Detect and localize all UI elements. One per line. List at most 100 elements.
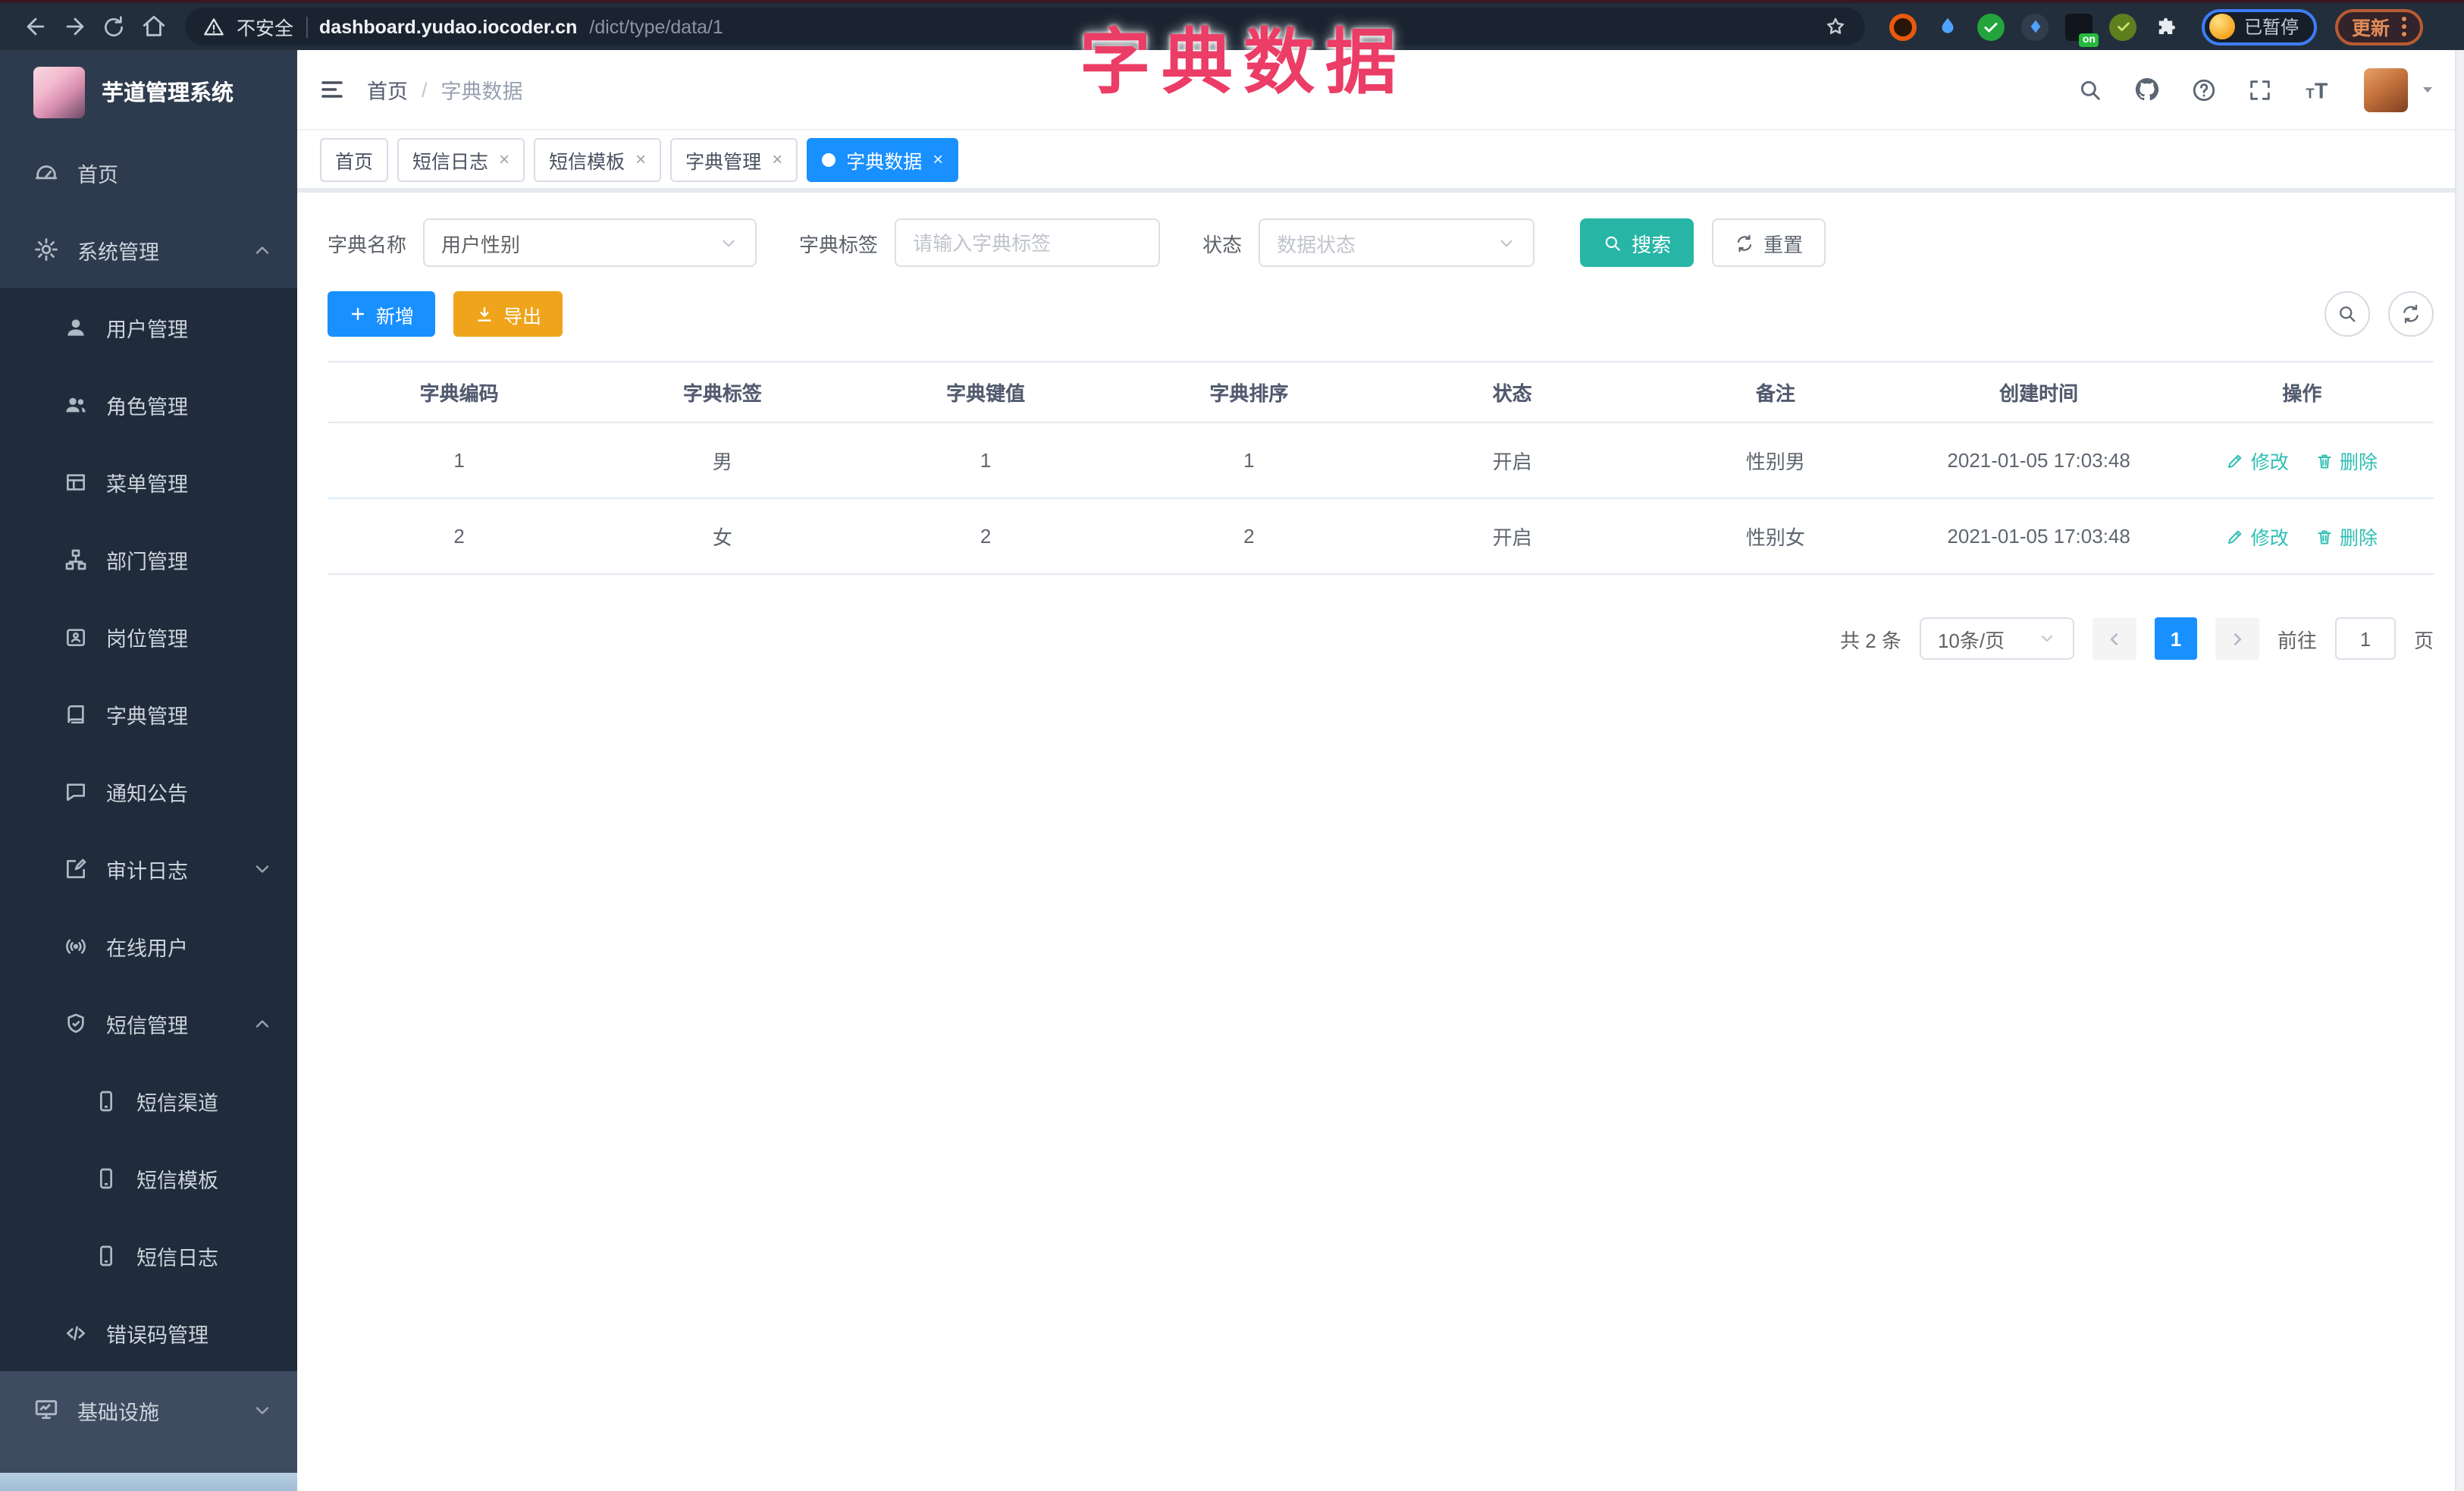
next-page-button[interactable]	[2215, 617, 2259, 660]
address-bar[interactable]: 不安全 dashboard.yudao.iocoder.cn /dict/typ…	[185, 8, 1865, 46]
tab-close-icon[interactable]: ×	[933, 150, 943, 168]
dict-tag-input[interactable]	[895, 218, 1161, 267]
trash-icon	[2315, 527, 2334, 545]
sidebar-item-sms[interactable]: 短信管理	[0, 984, 297, 1062]
puzzle-extensions-icon[interactable]	[2153, 13, 2180, 40]
tab-sms-log[interactable]: 短信日志 ×	[397, 137, 525, 181]
col-status: 状态	[1381, 362, 1644, 423]
browser-menu-icon[interactable]	[2402, 17, 2407, 36]
tab-close-icon[interactable]: ×	[635, 150, 646, 168]
export-button[interactable]: 导出	[453, 291, 563, 337]
goto-page-input[interactable]	[2334, 617, 2396, 660]
delete-link[interactable]: 删除	[2315, 446, 2378, 475]
sidebar-collapse-icon[interactable]	[318, 76, 346, 103]
page-size-select[interactable]: 10条/页	[1919, 617, 2074, 660]
tab-home[interactable]: 首页	[320, 137, 389, 181]
breadcrumb: 首页 / 字典数据	[367, 74, 523, 105]
caret-down-icon[interactable]	[2419, 80, 2437, 99]
sidebar-item-online-users[interactable]: 在线用户	[0, 907, 297, 984]
tab-dict-manage[interactable]: 字典管理 ×	[670, 137, 798, 181]
home-icon	[140, 14, 166, 39]
app-logo-row[interactable]: 芋道管理系统	[0, 50, 297, 133]
add-button[interactable]: 新增	[328, 291, 436, 337]
sidebar-item-roles[interactable]: 角色管理	[0, 366, 297, 443]
sidebar-item-infrastructure[interactable]: 基础设施	[0, 1371, 297, 1449]
goto-label: 前往	[2277, 629, 2317, 651]
sidebar-item-menus[interactable]: 菜单管理	[0, 443, 297, 520]
github-icon[interactable]	[2133, 76, 2161, 103]
tab-label: 字典数据	[846, 151, 923, 172]
current-page-button[interactable]: 1	[2154, 617, 2197, 660]
sidebar-item-sms-template[interactable]: 短信模板	[0, 1139, 297, 1216]
chart-extension-icon[interactable]	[2021, 13, 2049, 40]
browser-profile-chip[interactable]: 已暂停	[2202, 8, 2318, 45]
sidebar: 芋道管理系统 首页 系统管理 用户管理 角色管理 菜单管理 部门管理 岗位管理 …	[0, 50, 297, 1491]
green-check-extension-icon[interactable]	[1977, 13, 2005, 40]
delete-link[interactable]: 删除	[2315, 522, 2378, 551]
tab-sms-template[interactable]: 短信模板 ×	[534, 137, 662, 181]
chevron-down-icon	[252, 858, 273, 879]
sidebar-item-departments[interactable]: 部门管理	[0, 520, 297, 598]
tab-dict-data[interactable]: 字典数据 ×	[807, 137, 959, 181]
prev-page-button[interactable]	[2092, 617, 2136, 660]
browser-home-button[interactable]	[133, 7, 173, 46]
dict-name-label: 字典名称	[328, 233, 407, 256]
tab-label: 短信模板	[549, 151, 625, 172]
table-header-row: 字典编码 字典标签 字典键值 字典排序 状态 备注 创建时间 操作	[328, 362, 2434, 423]
edit-link[interactable]: 修改	[2227, 522, 2289, 551]
browser-forward-button[interactable]	[55, 7, 94, 46]
lime-extension-icon[interactable]	[2109, 13, 2136, 40]
cell-dict-value: 2	[854, 498, 1118, 575]
fullscreen-icon[interactable]	[2247, 77, 2273, 102]
page-scrollbar[interactable]	[2455, 50, 2464, 1491]
sidebar-item-error-codes[interactable]: 错误码管理	[0, 1294, 297, 1371]
sidebar-item-audit-log[interactable]: 审计日志	[0, 830, 297, 907]
sidebar-item-label: 首页	[77, 163, 118, 186]
browser-reload-button[interactable]	[94, 7, 133, 46]
cell-actions: 修改 删除	[2170, 498, 2434, 575]
sidebar-item-sms-log[interactable]: 短信日志	[0, 1216, 297, 1294]
refresh-table-button[interactable]	[2388, 291, 2434, 337]
dict-name-select[interactable]: 用户性别	[423, 218, 757, 267]
not-secure-warning-icon	[203, 16, 224, 37]
tab-close-icon[interactable]: ×	[772, 150, 782, 168]
sidebar-item-sms-channel[interactable]: 短信渠道	[0, 1062, 297, 1139]
edit-square-icon	[64, 856, 88, 880]
cell-actions: 修改 删除	[2170, 422, 2434, 499]
sidebar-item-users[interactable]: 用户管理	[0, 288, 297, 366]
orange-ring-extension-icon[interactable]	[1889, 13, 1917, 40]
col-actions: 操作	[2170, 362, 2434, 423]
search-button[interactable]: 搜索	[1580, 218, 1694, 267]
on-badge: on	[2079, 33, 2099, 46]
bookmark-star-icon[interactable]	[1824, 15, 1847, 38]
breadcrumb-home[interactable]: 首页	[367, 74, 408, 105]
blue-drop-extension-icon[interactable]	[1933, 13, 1961, 40]
sidebar-item-dict[interactable]: 字典管理	[0, 675, 297, 752]
browser-back-button[interactable]	[15, 7, 55, 46]
font-size-icon[interactable]	[2303, 74, 2334, 105]
refresh-icon	[2400, 303, 2422, 325]
url-path: /dict/type/data/1	[589, 16, 723, 37]
dict-name-value: 用户性别	[441, 233, 521, 256]
sidebar-item-label: 在线用户	[106, 937, 188, 959]
edit-link[interactable]: 修改	[2227, 446, 2289, 475]
sidebar-item-label: 字典管理	[106, 705, 188, 727]
toggle-search-button[interactable]	[2324, 291, 2370, 337]
browser-update-button[interactable]: 更新	[2335, 8, 2424, 45]
sidebar-item-system[interactable]: 系统管理	[0, 211, 297, 288]
help-icon[interactable]	[2191, 77, 2217, 102]
chevron-down-icon	[1497, 233, 1516, 253]
tab-close-icon[interactable]: ×	[499, 150, 509, 168]
sidebar-item-notice[interactable]: 通知公告	[0, 752, 297, 830]
reset-button[interactable]: 重置	[1712, 218, 1826, 267]
sidebar-item-posts[interactable]: 岗位管理	[0, 598, 297, 675]
export-button-label: 导出	[503, 306, 542, 327]
not-secure-label[interactable]: 不安全	[237, 12, 293, 41]
sidebar-item-home[interactable]: 首页	[0, 133, 297, 211]
user-avatar[interactable]	[2364, 67, 2408, 111]
search-icon[interactable]	[2077, 77, 2103, 102]
on-badge-extension-icon[interactable]: on	[2065, 13, 2099, 46]
status-select[interactable]: 数据状态	[1259, 218, 1535, 267]
sidebar-bottom-scrollbar[interactable]	[0, 1473, 297, 1491]
online-icon	[64, 934, 88, 958]
